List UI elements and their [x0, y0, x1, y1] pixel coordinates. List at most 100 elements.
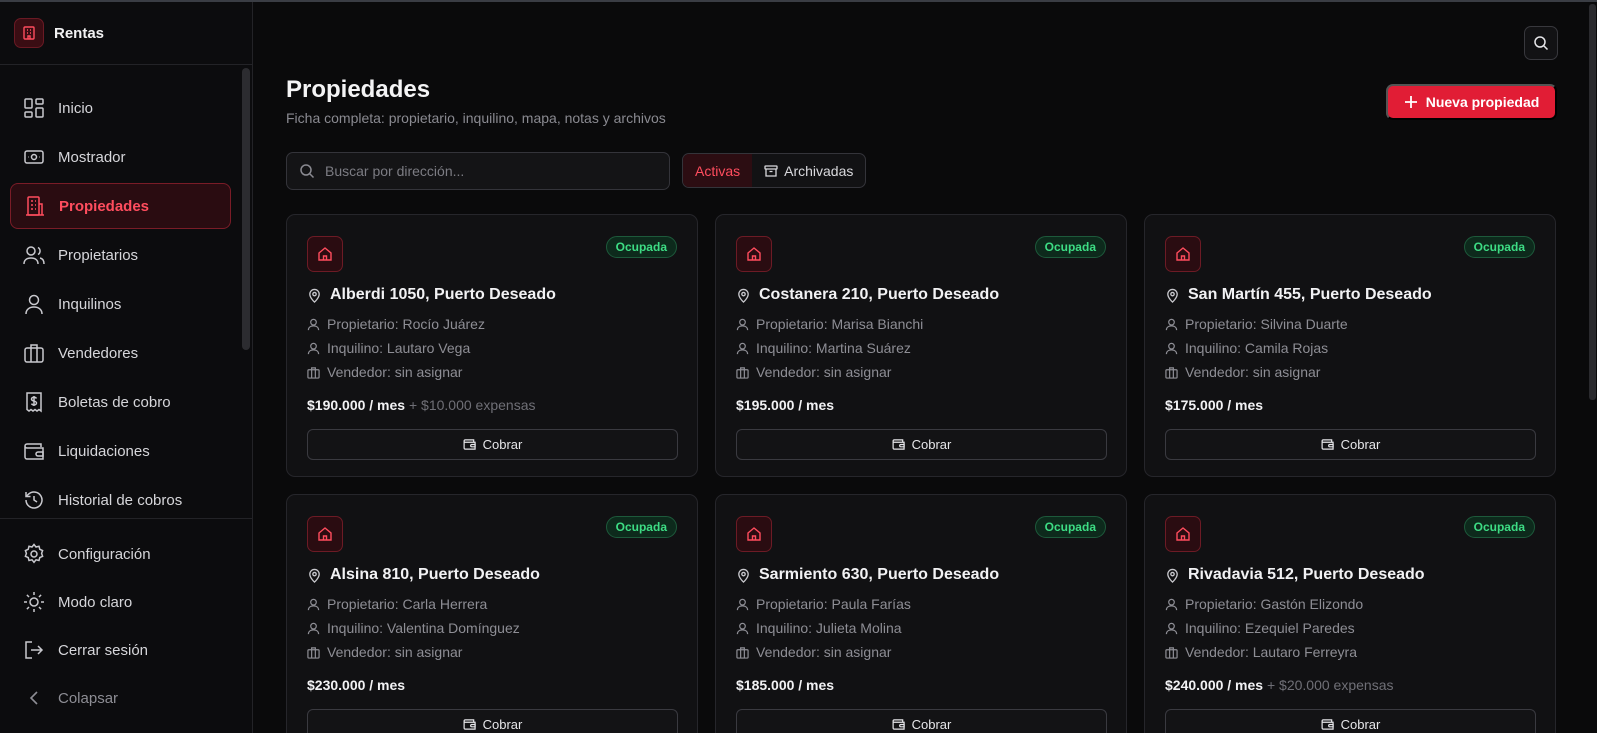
nav-label: Colapsar — [58, 689, 119, 707]
user-icon — [736, 622, 749, 634]
nav-item-modo-claro[interactable]: Modo claro — [10, 579, 231, 625]
briefcase-icon — [736, 366, 749, 379]
rent-price: $230.000 / mes — [307, 677, 406, 693]
nav-item-boletas[interactable]: Boletas de cobro — [10, 379, 231, 425]
briefcase-icon — [307, 366, 320, 379]
status-badge: Ocupada — [1034, 516, 1106, 538]
cobrar-button[interactable]: Cobrar — [307, 709, 678, 733]
wallet-icon — [1321, 719, 1334, 730]
property-address[interactable]: Alberdi 1050, Puerto Deseado — [307, 286, 556, 304]
nav-item-propietarios[interactable]: Propietarios — [10, 232, 231, 278]
new-property-label: Nueva propiedad — [1425, 94, 1540, 110]
cobrar-button[interactable]: Cobrar — [1165, 429, 1536, 460]
cobrar-button[interactable]: Cobrar — [736, 709, 1107, 733]
seller-line: Vendedor: sin asignar — [1165, 364, 1320, 380]
tenant-line: Inquilino: Lautaro Vega — [307, 340, 470, 356]
cobrar-button[interactable]: Cobrar — [1165, 709, 1536, 733]
property-card[interactable]: Ocupada Alsina 810, Puerto Deseado Propi… — [286, 494, 698, 733]
property-address[interactable]: Rivadavia 512, Puerto Deseado — [1165, 566, 1425, 584]
nav-label: Propietarios — [58, 246, 139, 264]
page-title: Propiedades — [286, 76, 431, 103]
nav-item-liquidaciones[interactable]: Liquidaciones — [10, 428, 231, 474]
map-pin-icon — [738, 288, 749, 303]
user-icon — [736, 598, 749, 610]
address-search-input[interactable] — [325, 163, 655, 179]
logout-icon — [23, 639, 45, 661]
user-icon — [307, 598, 320, 610]
property-address[interactable]: Costanera 210, Puerto Deseado — [736, 286, 999, 304]
sidebar: Rentas Inicio Mostrador Propiedades Prop… — [0, 2, 253, 733]
owner-line: Propietario: Rocío Juárez — [307, 316, 485, 332]
gear-icon — [23, 543, 45, 565]
home-icon — [736, 236, 772, 272]
wallet-icon — [892, 439, 905, 450]
filter-label: Activas — [695, 162, 741, 179]
home-icon — [736, 516, 772, 552]
owner-line: Propietario: Carla Herrera — [307, 596, 487, 612]
new-property-button[interactable]: Nueva propiedad — [1386, 84, 1557, 120]
owner-line: Propietario: Silvina Duarte — [1165, 316, 1348, 332]
nav-label: Mostrador — [58, 148, 126, 166]
tenant-line: Inquilino: Ezequiel Paredes — [1165, 620, 1355, 636]
receipt-icon — [23, 391, 45, 413]
map-pin-icon — [1167, 568, 1178, 583]
status-badge: Ocupada — [605, 516, 677, 538]
archive-icon — [764, 164, 778, 177]
nav-label: Inicio — [58, 99, 94, 117]
nav-item-historial[interactable]: Historial de cobros — [10, 477, 231, 518]
nav-label: Vendedores — [58, 344, 139, 362]
seller-line: Vendedor: sin asignar — [307, 364, 462, 380]
seller-line: Vendedor: sin asignar — [736, 364, 891, 380]
collapse-button[interactable]: Colapsar — [10, 675, 231, 721]
global-search-button[interactable] — [1524, 26, 1558, 60]
property-address[interactable]: San Martín 455, Puerto Deseado — [1165, 286, 1432, 304]
owner-line: Propietario: Paula Farías — [736, 596, 911, 612]
brand-name: Rentas — [54, 24, 105, 42]
home-icon — [1165, 516, 1201, 552]
property-card[interactable]: Ocupada Costanera 210, Puerto Deseado Pr… — [715, 214, 1127, 477]
rent-price: $185.000 / mes — [736, 677, 835, 693]
nav-item-cerrar-sesion[interactable]: Cerrar sesión — [10, 627, 231, 673]
property-card[interactable]: Ocupada Alberdi 1050, Puerto Deseado Pro… — [286, 214, 698, 477]
nav-item-inicio[interactable]: Inicio — [10, 85, 231, 131]
wallet-icon — [23, 440, 45, 462]
dashboard-icon — [23, 97, 45, 119]
nav-label: Boletas de cobro — [58, 393, 171, 411]
cobrar-button[interactable]: Cobrar — [307, 429, 678, 460]
chevron-left-icon — [23, 687, 45, 709]
history-icon — [23, 489, 45, 511]
property-card[interactable]: Ocupada San Martín 455, Puerto Deseado P… — [1144, 214, 1556, 477]
main-nav: Inicio Mostrador Propiedades Propietario… — [0, 66, 241, 518]
briefcase-icon — [1165, 646, 1178, 659]
map-pin-icon — [738, 568, 749, 583]
filter-activas[interactable]: Activas — [683, 154, 753, 187]
page-scrollbar[interactable] — [1589, 4, 1596, 400]
nav-label: Configuración — [58, 545, 151, 563]
filter-archivadas[interactable]: Archivadas — [752, 154, 865, 187]
tenant-line: Inquilino: Martina Suárez — [736, 340, 911, 356]
wallet-icon — [892, 719, 905, 730]
home-icon — [1165, 236, 1201, 272]
status-badge: Ocupada — [605, 236, 677, 258]
nav-item-mostrador[interactable]: Mostrador — [10, 134, 231, 180]
cobrar-button[interactable]: Cobrar — [736, 429, 1107, 460]
nav-label: Inquilinos — [58, 295, 122, 313]
nav-item-configuracion[interactable]: Configuración — [10, 531, 231, 577]
property-card[interactable]: Ocupada Sarmiento 630, Puerto Deseado Pr… — [715, 494, 1127, 733]
property-address[interactable]: Alsina 810, Puerto Deseado — [307, 566, 540, 584]
user-icon — [736, 318, 749, 330]
cash-icon — [23, 146, 45, 168]
rent-price: $240.000 / mes + $20.000 expensas — [1165, 677, 1394, 693]
building-icon — [24, 195, 46, 217]
sidebar-scrollbar[interactable] — [242, 68, 250, 350]
user-icon — [1165, 318, 1178, 330]
brand[interactable]: Rentas — [0, 2, 252, 65]
nav-item-inquilinos[interactable]: Inquilinos — [10, 281, 231, 327]
nav-item-vendedores[interactable]: Vendedores — [10, 330, 231, 376]
property-card[interactable]: Ocupada Rivadavia 512, Puerto Deseado Pr… — [1144, 494, 1556, 733]
filter-label: Archivadas — [784, 162, 854, 179]
property-address[interactable]: Sarmiento 630, Puerto Deseado — [736, 566, 999, 584]
user-icon — [307, 318, 320, 330]
nav-item-propiedades[interactable]: Propiedades — [10, 183, 231, 229]
user-icon — [23, 293, 45, 315]
